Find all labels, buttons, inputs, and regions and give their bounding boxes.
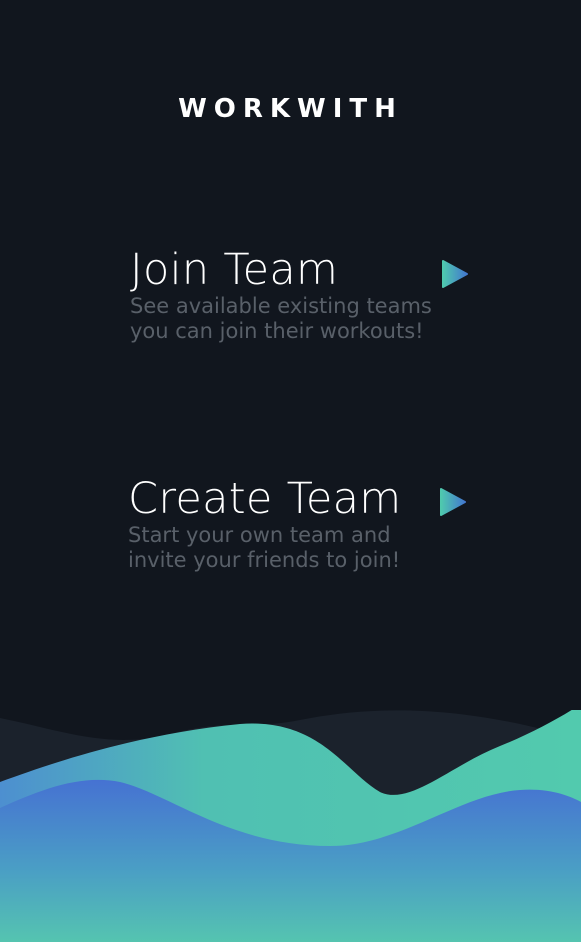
create-team-title: Create Team <box>128 474 402 524</box>
play-icon[interactable] <box>441 259 469 289</box>
create-team-description: Start your own team and invite your frie… <box>128 523 401 572</box>
play-icon[interactable] <box>439 487 467 517</box>
app-title: WORKWITH <box>178 94 403 124</box>
create-team-option[interactable]: Create Team Start your own team and invi… <box>128 473 478 583</box>
join-team-description: See available existing teams you can joi… <box>130 294 432 343</box>
join-team-option[interactable]: Join Team See available existing teams y… <box>130 244 480 354</box>
join-team-title: Join Team <box>130 245 339 295</box>
decorative-waves <box>0 710 581 942</box>
screen: WORKWITH Join Team See available existin… <box>0 0 581 942</box>
